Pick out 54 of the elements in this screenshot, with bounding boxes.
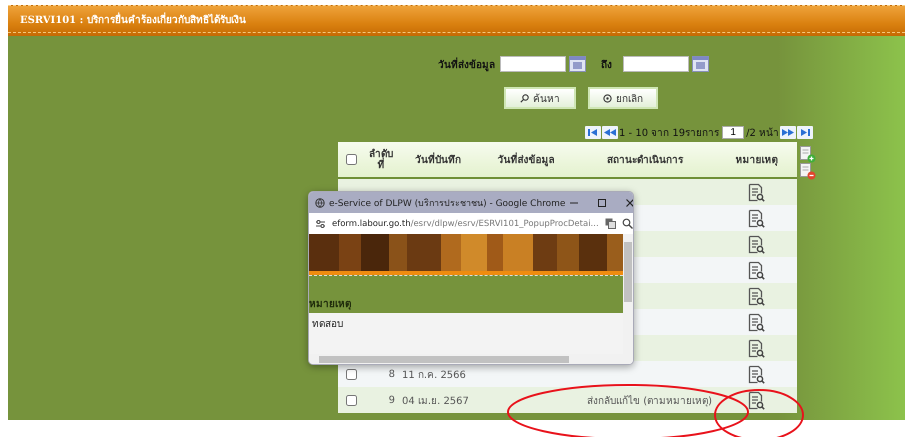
translate-icon[interactable] [604,218,616,229]
search-icon [520,94,529,102]
document-search-icon[interactable] [748,286,765,306]
remove-document-icon[interactable] [800,163,816,180]
zoom-icon[interactable] [622,218,633,229]
document-search-icon[interactable] [748,208,765,228]
first-page-icon[interactable] [585,126,601,138]
row-checkbox[interactable] [346,368,356,380]
window-title: e-Service of DLPW (บริการประชาชน) - Google Chrome [329,198,566,210]
document-search-icon[interactable] [748,312,765,332]
globe-icon [315,198,325,208]
close-icon[interactable] [625,198,633,208]
vertical-scrollbar[interactable] [623,234,633,354]
cancel-icon [603,94,612,102]
document-search-icon[interactable] [748,260,765,280]
column-header: สถานะดำเนินการ [606,154,684,167]
horizontal-scrollbar[interactable] [309,354,633,364]
previous-page-icon[interactable] [602,126,618,138]
maximize-icon[interactable] [597,198,608,208]
date-to-field[interactable] [623,56,689,72]
document-search-icon[interactable] [748,364,765,384]
column-header: วันที่บันทึก [398,152,478,167]
date-label: วันที่ส่งข้อมูล [438,56,495,72]
remark-label: หมายเหตุ [309,298,351,312]
calendar-icon[interactable] [569,56,586,72]
remark-field[interactable]: ทดสอบ [309,313,623,354]
search-button[interactable]: ค้นหา [504,87,576,109]
calendar-icon[interactable] [692,56,709,72]
page-total: /2 หน้า [746,126,780,140]
select-all-checkbox[interactable] [346,154,356,165]
document-search-icon[interactable] [748,234,765,254]
record-count: 1 - 10 จาก 19รายการ [619,126,720,140]
document-search-icon[interactable] [748,182,765,202]
column-header: หมายเหตุ [734,154,778,167]
last-page-icon[interactable] [797,126,814,138]
document-search-icon[interactable] [748,338,765,358]
document-search-icon[interactable] [748,390,765,410]
cancel-button[interactable]: ยกเลิก [588,87,658,109]
page-title: ESRVI101 : บริการยื่นคำร้องเกี่ยวกับสิทธิได้รับเงิน [20,12,246,26]
row-number: 9 [388,394,396,406]
row-checkbox[interactable] [346,394,356,406]
column-header: ลำดับ ที่ [369,148,393,170]
status-text: ส่งกลับแก้ไข (ตามหมายเหตุ) [586,394,713,408]
row-number: 8 [388,368,396,380]
to-label: ถึง [601,58,612,72]
page-field[interactable]: 1 [722,126,744,138]
site-settings-icon[interactable] [315,218,326,228]
column-header: วันที่ส่งข้อมูล [478,152,574,167]
address-bar[interactable]: eform.labour.go.th/esrv/dlpw/esrv/ESRVI101_PopupProcDetai... [332,218,599,228]
record-date: 11 ก.ค. 2566 [401,368,467,382]
add-document-icon[interactable] [800,146,816,163]
date-from-field[interactable] [500,56,566,72]
next-page-icon[interactable] [780,126,796,138]
record-date: 04 เม.ย. 2567 [401,394,470,408]
